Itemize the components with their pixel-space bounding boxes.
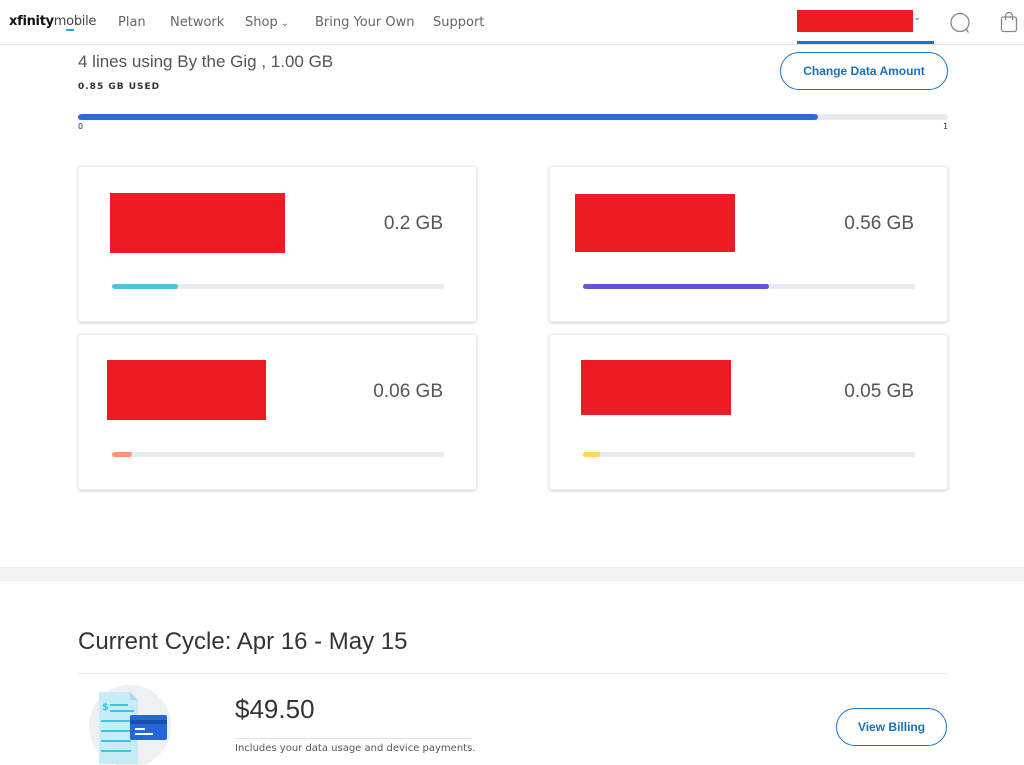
data-used-label: 0.85 GB USED (78, 82, 161, 92)
line-card[interactable]: 0.2 GB (78, 166, 477, 322)
change-data-amount-button[interactable]: Change Data Amount (780, 52, 948, 90)
chat-icon[interactable] (949, 12, 971, 34)
line-usage-bar-fill (583, 452, 600, 457)
line-name-redacted (581, 360, 731, 415)
line-card[interactable]: 0.56 GB (549, 166, 948, 322)
line-usage-value: 0.56 GB (844, 213, 914, 234)
line-name-redacted (110, 193, 285, 253)
nav-item-shop[interactable]: Shop ⌄ (245, 15, 289, 30)
nav-item-label: Support (433, 15, 485, 30)
chevron-down-icon: ⌄ (280, 18, 290, 29)
nav-item-label: Bring Your Own (315, 15, 415, 30)
account-menu-redacted[interactable] (797, 10, 913, 32)
top-nav: xfinitymobile Plan Network Shop ⌄ Bring Y… (0, 0, 1024, 45)
line-usage-value: 0.06 GB (373, 381, 443, 402)
line-usage-bar-fill (583, 284, 769, 289)
view-billing-button[interactable]: View Billing (836, 708, 947, 746)
line-usage-bar (583, 452, 915, 457)
line-usage-value: 0.05 GB (844, 381, 914, 402)
total-usage-bar-fill (78, 114, 818, 120)
amount-divider (235, 738, 471, 739)
section-divider-band (0, 567, 1024, 581)
line-card[interactable]: 0.05 GB (549, 334, 948, 490)
logo-text-o: o (66, 14, 74, 31)
line-name-redacted (575, 194, 735, 252)
nav-item-plan[interactable]: Plan (118, 15, 146, 30)
line-usage-bar (112, 452, 444, 457)
line-usage-value: 0.2 GB (383, 213, 443, 234)
nav-item-label: Shop (245, 15, 278, 30)
nav-item-label: Plan (118, 15, 146, 30)
total-usage-bar (78, 114, 948, 120)
cycle-amount-note: Includes your data usage and device paym… (235, 743, 476, 754)
shopping-bag-icon[interactable] (1000, 11, 1018, 33)
line-card[interactable]: 0.06 GB (78, 334, 477, 490)
usage-bar-max-tick: 1 (943, 122, 949, 131)
cycle-divider (78, 673, 948, 674)
logo-text-light-end: bile (73, 14, 97, 29)
nav-item-support[interactable]: Support (433, 15, 484, 30)
usage-bar-min-tick: 0 (78, 122, 84, 131)
line-usage-bar (583, 284, 915, 289)
line-usage-bar-fill (112, 452, 132, 457)
svg-text:$: $ (102, 702, 109, 713)
account-active-indicator (797, 41, 934, 44)
nav-item-bring-your-own[interactable]: Bring Your Own (315, 15, 415, 30)
nav-item-label: Network (170, 15, 225, 30)
chevron-down-icon[interactable]: ⌄ (913, 12, 921, 23)
bill-document-card-icon: $ (89, 685, 171, 765)
line-usage-bar-fill (112, 284, 179, 289)
line-name-redacted (107, 360, 266, 420)
nav-item-network[interactable]: Network (170, 15, 224, 30)
logo-text-light: m (53, 14, 67, 29)
xfinity-mobile-logo[interactable]: xfinitymobile (9, 14, 97, 31)
current-cycle-title: Current Cycle: Apr 16 - May 15 (78, 628, 408, 655)
plan-title: 4 lines using By the Gig , 1.00 GB (78, 52, 334, 71)
cycle-amount: $49.50 (235, 694, 315, 724)
line-usage-bar (112, 284, 444, 289)
logo-text-bold: xfinity (9, 14, 54, 29)
